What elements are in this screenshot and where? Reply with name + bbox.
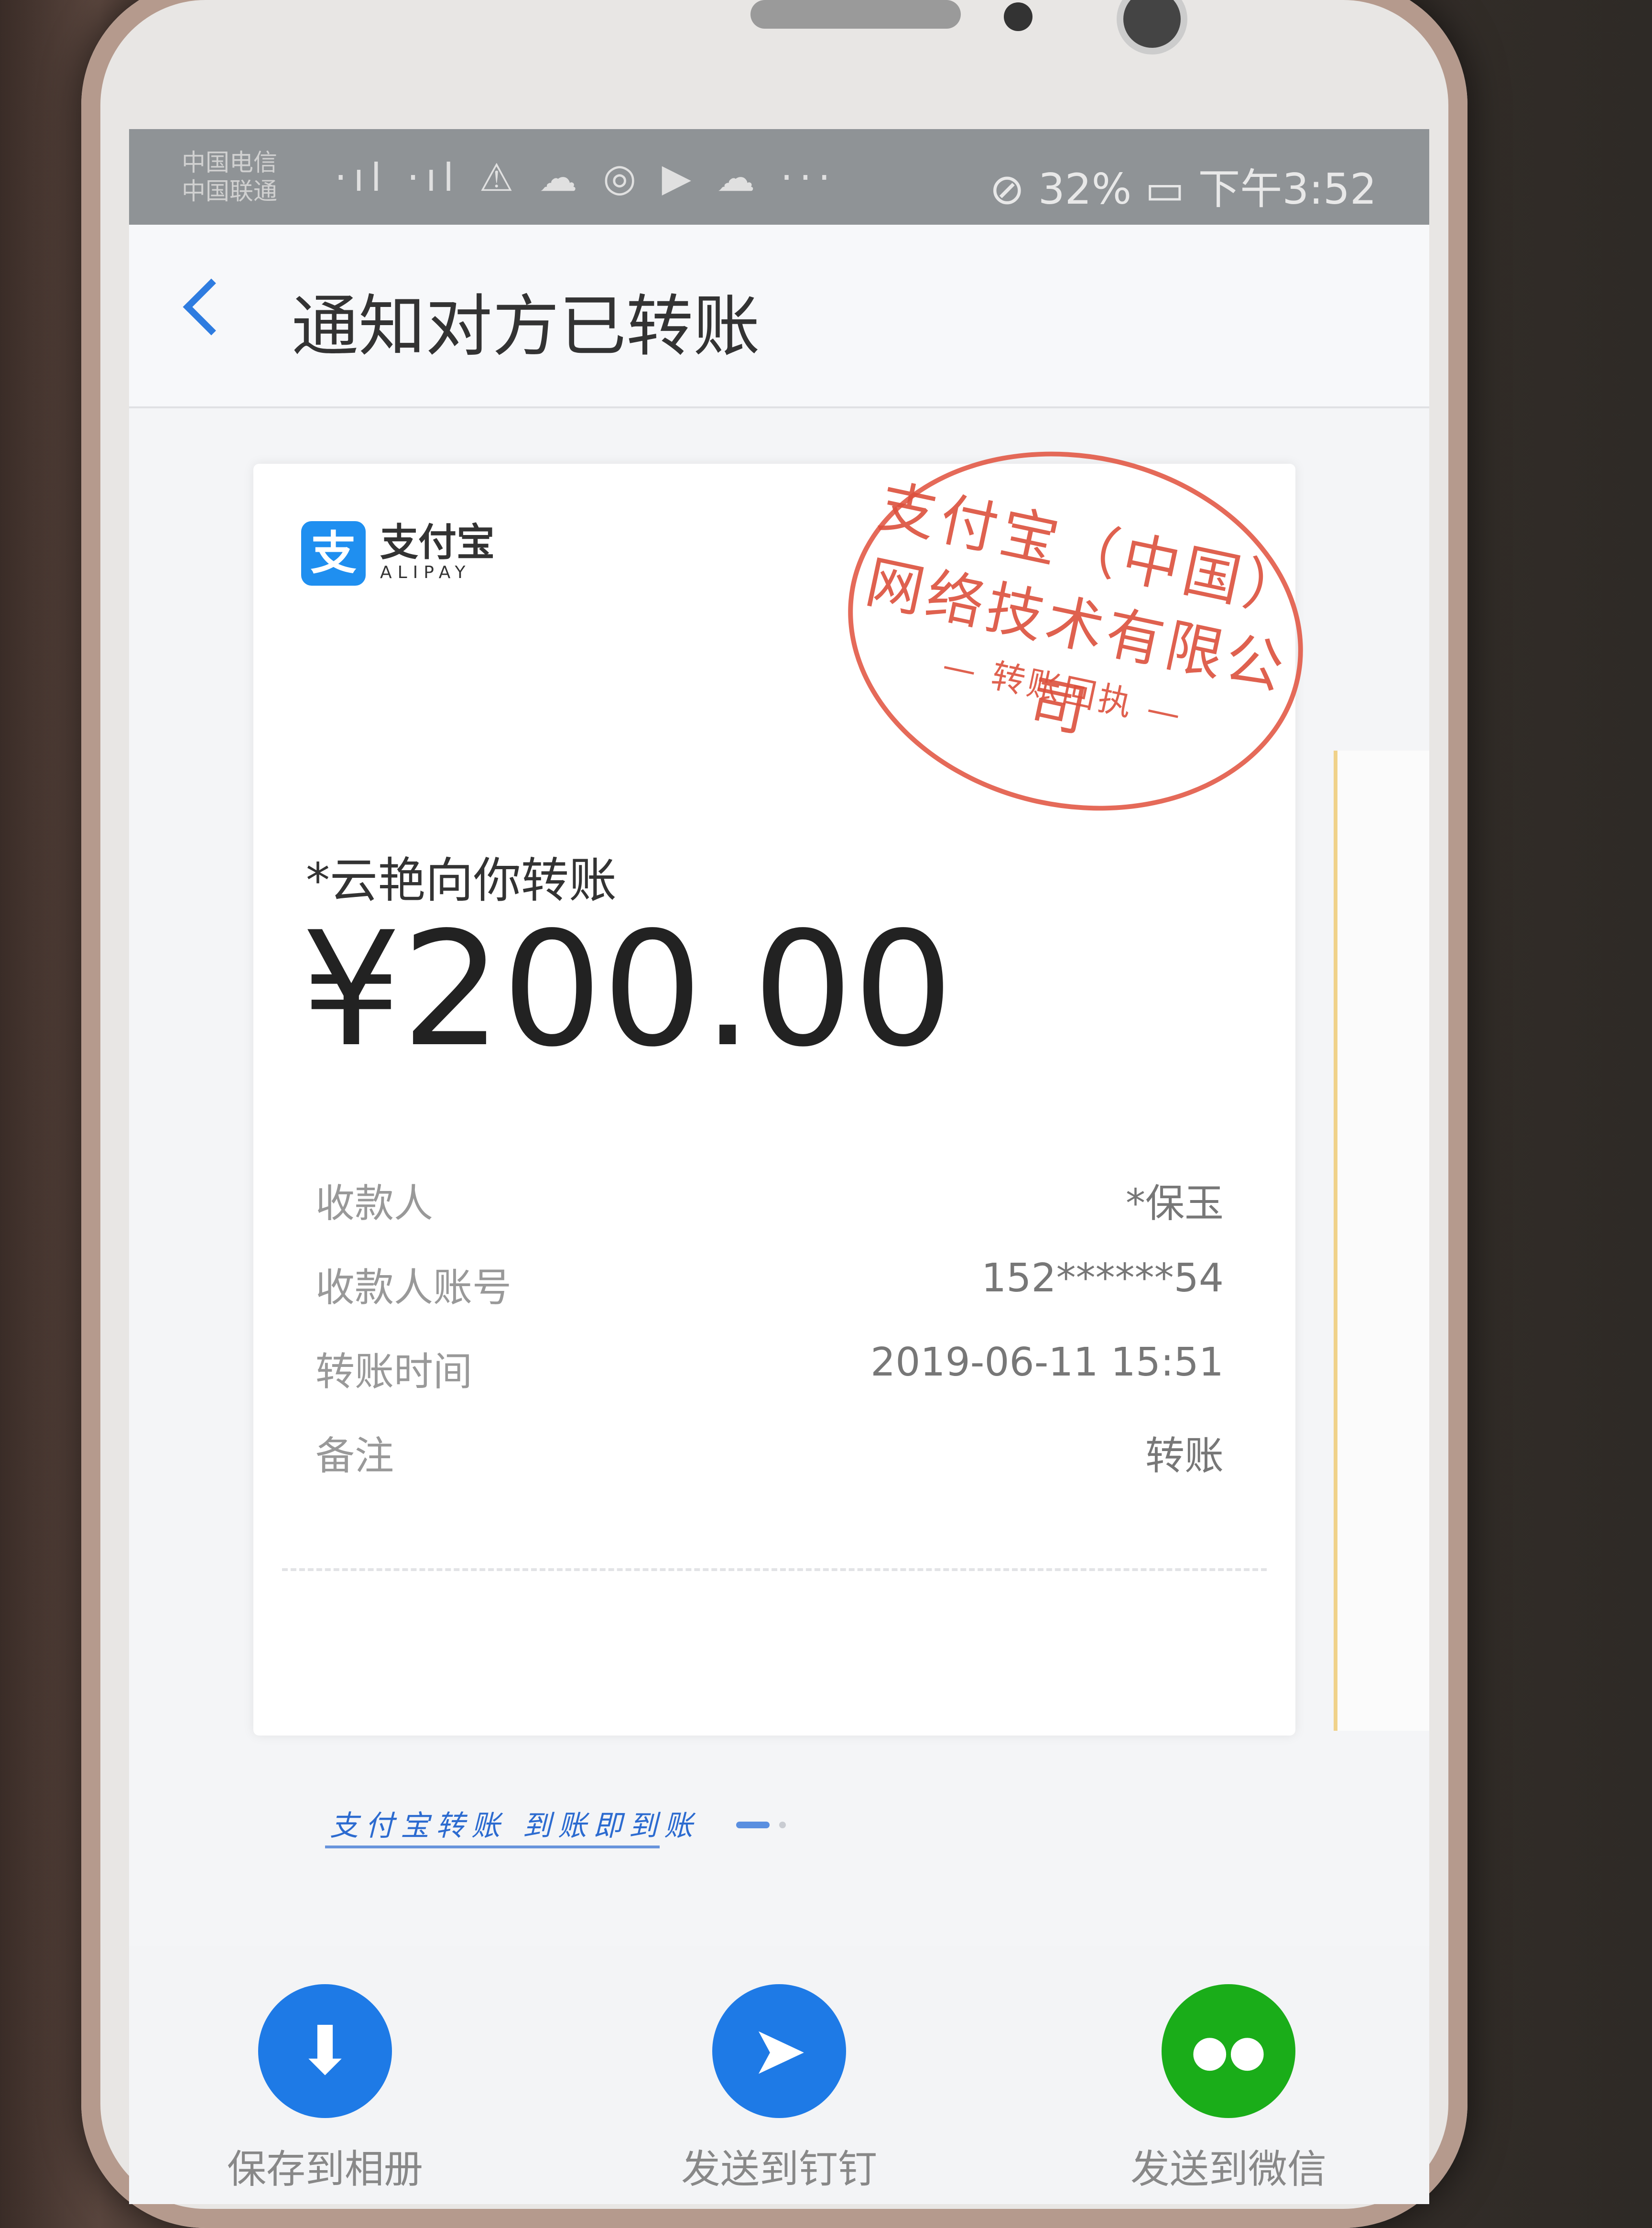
send-to-wechat-label: 发送到微信 [1130,2147,1326,2192]
proximity-sensor [1004,2,1032,31]
detail-row-note: 备注 转账 [315,1424,1224,1508]
detail-rows: 收款人 *保玉 收款人账号 152******54 转账时间 2019-06-1… [315,1171,1224,1508]
nav-bar: 通知对方已转账 [129,225,1429,408]
signature-text: 支付宝转账 到账即到账 [330,1809,700,1843]
row-label: 转账时间 [315,1349,473,1395]
send-to-wechat-button[interactable]: ●● 发送到微信 [1085,1984,1372,2194]
send-to-dingtalk-label: 发送到钉钉 [681,2147,877,2192]
share-actions: ⬇ 保存到相册 ➤ 发送到钉钉 ●● 发送到微信 [129,1946,1429,2204]
carrier-1: 中国电信 [182,149,277,176]
speaker-grille [750,0,961,29]
alipay-logo: 支 支付宝 ALIPAY [301,521,495,586]
brand-name-cn: 支付宝 [380,520,495,565]
page-indicator [736,1822,786,1828]
detail-row-time: 转账时间 2019-06-11 15:51 [315,1340,1224,1424]
next-card-peek[interactable] [1334,751,1429,1731]
official-seal: 支付宝（中国） 网络技术有限公司 — 转账回执 — [814,410,1337,852]
download-icon: ⬇ [258,1984,392,2118]
dashed-divider [282,1568,1267,1571]
wechat-icon: ●● [1162,1984,1295,2118]
row-label: 收款人 [315,1181,434,1226]
page-dot [779,1822,786,1828]
brand-name-en: ALIPAY [380,562,471,582]
status-bar: 中国电信 中国联通 ·ıl ·ıl ⚠ ☁ ◎ ▶ ☁ ··· ⊘ 32% ▭ … [129,129,1429,225]
row-value: 152******54 [981,1256,1224,1301]
save-to-album-button[interactable]: ⬇ 保存到相册 [182,1984,468,2194]
chevron-left-icon[interactable] [183,278,240,336]
battery-and-clock: ⊘ 32% ▭ 下午3:52 [989,164,1377,214]
row-value: *保玉 [1125,1181,1224,1226]
receipt-card: 支 支付宝 ALIPAY 支付宝（中国） 网络技术有限公司 — 转账回执 — *… [253,410,1337,1848]
detail-row-payee: 收款人 *保玉 [315,1171,1224,1256]
save-to-album-label: 保存到相册 [227,2147,423,2192]
signature-underline [325,1846,660,1848]
row-value: 转账 [1145,1433,1224,1479]
alipay-icon: 支 [301,521,366,586]
send-to-dingtalk-button[interactable]: ➤ 发送到钉钉 [636,1984,923,2194]
carrier-2: 中国联通 [182,177,277,205]
carrier-labels: 中国电信 中国联通 [182,148,277,206]
row-value: 2019-06-11 15:51 [870,1340,1224,1385]
page-dot-active [736,1822,770,1828]
row-label: 收款人账号 [315,1265,512,1311]
dingtalk-icon: ➤ [712,1984,846,2118]
row-label: 备注 [315,1433,394,1479]
status-icons: ·ıl ·ıl ⚠ ☁ ◎ ▶ ☁ ··· [335,155,837,200]
front-camera [1123,0,1181,48]
detail-row-account: 收款人账号 152******54 [315,1256,1224,1340]
page-title: 通知对方已转账 [292,288,761,366]
phone-screen: 中国电信 中国联通 ·ıl ·ıl ⚠ ☁ ◎ ▶ ☁ ··· ⊘ 32% ▭ … [129,129,1429,2204]
transfer-amount: ¥200.00 [301,898,954,1081]
